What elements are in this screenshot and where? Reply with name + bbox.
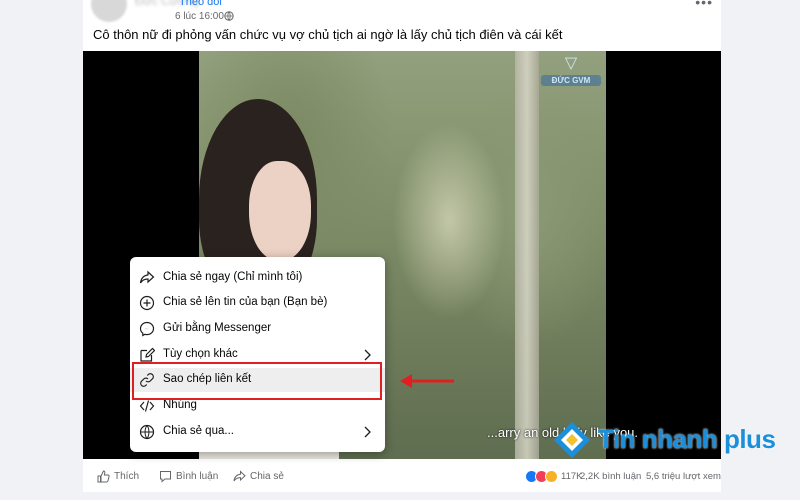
share-via-label: Chia sẻ qua... [163, 425, 234, 437]
post-actions-bar: Thích Bình luận Chia sẻ 117K 2,2K bình l… [83, 459, 721, 492]
comment-count[interactable]: 2,2K bình luận [580, 471, 641, 482]
embed-label: Nhúng [163, 399, 197, 411]
send-messenger-label: Gửi bằng Messenger [163, 322, 272, 334]
watermark-logo-icon [554, 422, 590, 458]
post-header: Đức Cường Theo dõi 6 lúc 16:00 ••• [83, 0, 721, 24]
reactions-summary[interactable]: 117K [525, 468, 582, 484]
chevron-right-icon [364, 426, 371, 438]
share-to-story-item[interactable]: Chia sẻ lên tin của bạn (Bạn bè) [130, 291, 385, 315]
view-count: 5,6 triệu lượt xem [646, 471, 721, 482]
like-label: Thích [114, 470, 140, 482]
post-title: Cô thôn nữ đi phỏng vấn chức vụ vợ chủ t… [93, 27, 563, 42]
share-to-story-label: Chia sẻ lên tin của bạn (Bạn bè) [163, 296, 328, 308]
channel-logo: ▽ ĐỨC GVM [541, 56, 601, 96]
post-timestamp[interactable]: 6 lúc 16:00 [175, 11, 224, 22]
share-now-item[interactable]: Chia sẻ ngay (Chỉ mình tôi) [130, 266, 385, 290]
channel-logo-icon: ▽ [564, 55, 578, 72]
code-icon [139, 400, 155, 412]
comment-label: Bình luận [176, 470, 219, 482]
haha-reaction-icon [545, 469, 558, 483]
highlight-annotation [132, 362, 382, 400]
follow-link[interactable]: Theo dõi [179, 0, 222, 8]
add-story-icon [139, 295, 155, 311]
chevron-right-icon [364, 349, 371, 361]
watermark-text: Tin nhanh plus [598, 424, 776, 454]
send-messenger-item[interactable]: Gửi bằng Messenger [130, 317, 385, 341]
tree-trunk [515, 51, 539, 459]
comment-button[interactable]: Bình luận [159, 468, 218, 484]
like-button[interactable]: Thích [97, 468, 139, 484]
person-face [249, 161, 311, 261]
channel-logo-text: ĐỨC GVM [541, 75, 601, 86]
edit-icon [140, 347, 155, 362]
thumbs-up-icon [97, 469, 110, 482]
public-globe-icon [224, 11, 234, 21]
messenger-icon [139, 321, 155, 337]
watermark: Tin nhanh plus [551, 419, 781, 461]
pointer-arrow-icon [400, 374, 454, 388]
more-options-label: Tùy chọn khác [163, 348, 238, 360]
share-icon [233, 469, 246, 481]
globe-icon [139, 424, 155, 440]
avatar[interactable] [91, 0, 127, 22]
share-arrow-icon [139, 270, 155, 284]
share-label: Chia sẻ [250, 470, 284, 482]
comment-icon [160, 470, 171, 483]
share-menu: Chia sẻ ngay (Chỉ mình tôi) Chia sẻ lên … [130, 257, 385, 452]
more-options-icon[interactable]: ••• [695, 0, 713, 10]
share-now-label: Chia sẻ ngay (Chỉ mình tôi) [163, 271, 303, 283]
share-via-item[interactable]: Chia sẻ qua... [130, 420, 385, 444]
share-button[interactable]: Chia sẻ [233, 468, 284, 484]
